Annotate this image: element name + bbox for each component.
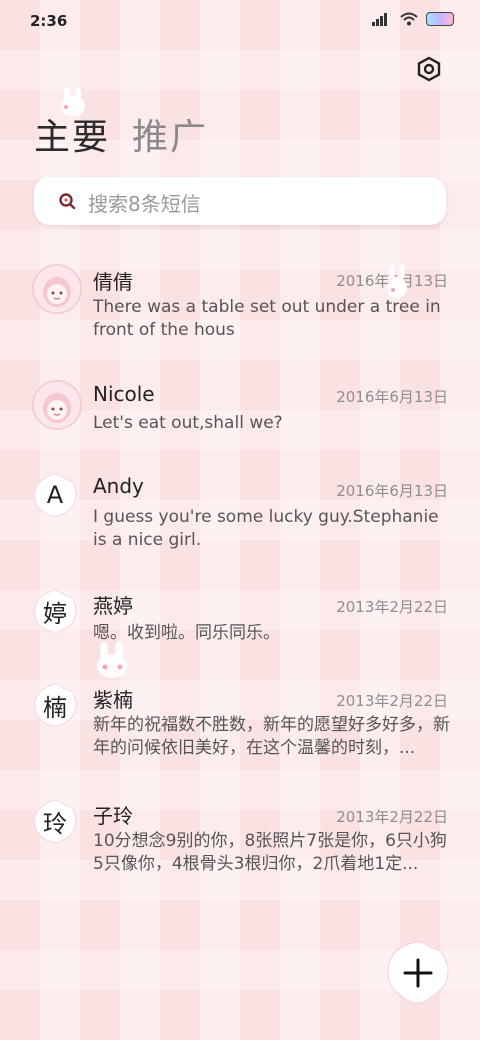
contact-name: Andy — [93, 474, 144, 498]
signal-icon — [372, 12, 392, 26]
avatar — [32, 380, 82, 430]
contact-name: 倩倩 — [93, 270, 133, 294]
avatar-letter: 玲 — [43, 809, 67, 838]
search-icon — [59, 193, 76, 210]
message-date: 2013年2月22日 — [336, 598, 448, 616]
tab-primary[interactable]: 主要 — [34, 108, 110, 160]
tab-bar: 主要 推广 — [34, 108, 208, 160]
avatar: 楠 — [32, 682, 78, 728]
message-date: 2013年2月22日 — [336, 808, 448, 826]
girl-avatar-icon — [34, 266, 80, 312]
avatar: A — [32, 472, 78, 518]
search-input[interactable]: 搜索8条短信 — [88, 188, 201, 217]
bunny-decoration-icon — [387, 264, 407, 298]
wifi-icon — [400, 12, 418, 26]
message-date: 2013年2月22日 — [336, 692, 448, 710]
message-preview: I guess you're some lucky guy.Stephanie … — [93, 507, 439, 550]
avatar: 玲 — [32, 798, 78, 844]
conversation-item[interactable]: 楠 紫楠 2013年2月22日 新年的祝福数不胜数，新年的愿望好多好多，新年的问… — [0, 682, 480, 782]
compose-button[interactable] — [385, 940, 451, 1006]
message-preview: 嗯。收到啦。同乐同乐。 — [93, 623, 280, 643]
tab-promotions[interactable]: 推广 — [132, 108, 208, 160]
conversation-item[interactable]: 玲 子玲 2013年2月22日 10分想念9别的你，8张照片7张是你，6只小狗5… — [0, 798, 480, 898]
contact-name: 子玲 — [93, 804, 133, 828]
bunny-decoration-icon — [97, 641, 127, 678]
message-date: 2016年6月13日 — [336, 482, 448, 500]
girl-avatar-icon — [34, 382, 80, 428]
settings-icon[interactable] — [416, 56, 442, 82]
avatar — [32, 264, 82, 314]
status-time: 2:36 — [30, 12, 68, 30]
search-bar[interactable]: 搜索8条短信 — [34, 177, 446, 225]
avatar-letter: 婷 — [43, 599, 67, 628]
message-preview: 10分想念9别的你，8张照片7张是你，6只小狗5只像你，4根骨头3根归你，2爪着… — [93, 831, 447, 874]
message-preview: There was a table set out under a tree i… — [93, 297, 441, 340]
avatar-letter: A — [46, 481, 64, 509]
contact-name: 紫楠 — [93, 688, 133, 712]
conversation-item[interactable]: Nicole 2016年6月13日 Let's eat out,shall we… — [0, 378, 480, 448]
contact-name: Nicole — [93, 382, 155, 406]
message-preview: 新年的祝福数不胜数，新年的愿望好多好多，新年的问候依旧美好，在这个温馨的时刻，.… — [93, 715, 450, 758]
message-preview: Let's eat out,shall we? — [93, 413, 283, 433]
battery-icon — [426, 12, 454, 26]
message-date: 2016年6月13日 — [336, 388, 448, 406]
conversation-item[interactable]: 婷 燕婷 2013年2月22日 嗯。收到啦。同乐同乐。 — [0, 588, 480, 658]
contact-name: 燕婷 — [93, 594, 133, 618]
avatar: 婷 — [32, 588, 78, 634]
status-icons — [372, 12, 454, 26]
conversation-item[interactable]: A Andy 2016年6月13日 I guess you're some lu… — [0, 472, 480, 562]
avatar-letter: 楠 — [43, 693, 67, 722]
status-bar: 2:36 — [0, 0, 480, 40]
